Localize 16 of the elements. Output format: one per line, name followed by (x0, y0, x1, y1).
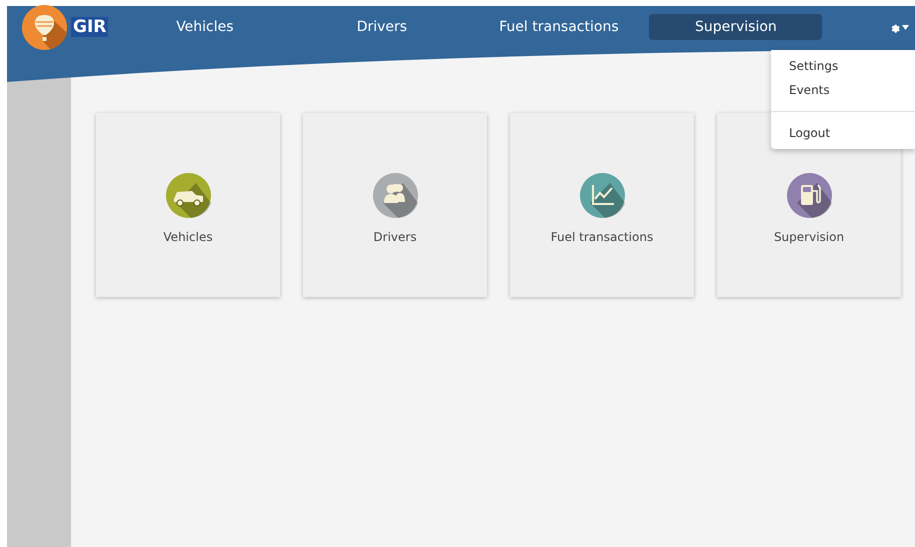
caret-icon (902, 24, 909, 30)
menu-item[interactable]: Settings (771, 54, 915, 78)
nav-tab[interactable]: Drivers (295, 14, 468, 40)
logo-text: GIR (71, 17, 108, 37)
balloon-logo-icon (22, 4, 67, 50)
menu-item[interactable]: Events (771, 78, 915, 102)
nav-tab[interactable]: Supervision (649, 14, 822, 40)
module-tile[interactable]: Drivers (303, 113, 487, 297)
nav-tab[interactable]: Vehicles (118, 14, 292, 40)
module-tile[interactable]: Fuel transactions (510, 113, 694, 297)
tile-label: Fuel transactions (550, 229, 654, 246)
nav-tab[interactable]: Fuel transactions (472, 14, 646, 40)
tile-label: Supervision (774, 229, 844, 246)
tile-label: Vehicles (163, 229, 213, 246)
tile-label: Drivers (373, 229, 417, 246)
module-tile[interactable]: Vehicles (96, 113, 280, 297)
